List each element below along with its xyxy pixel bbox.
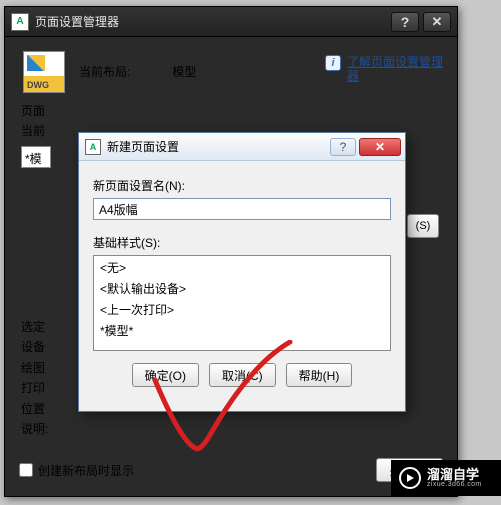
play-icon (399, 467, 421, 489)
mid-label: 选定 (21, 317, 48, 337)
outer-help-button[interactable]: ? (391, 12, 419, 32)
mid-label: 打印 (21, 378, 48, 398)
side-button-stub[interactable]: (S) (407, 214, 439, 238)
inner-titlebar[interactable]: A 新建页面设置 ? ✕ (79, 133, 405, 161)
learn-more-link[interactable]: 了解页面设置管理器 (347, 55, 443, 84)
new-page-setup-dialog: A 新建页面设置 ? ✕ 新页面设置名(N): 基础样式(S): <无> <默认… (78, 132, 406, 412)
info-icon: i (325, 55, 341, 71)
show-on-new-layout-input[interactable] (19, 463, 33, 477)
watermark: 溜溜自学 zixue.3d66.com (391, 460, 501, 496)
current-layout-value: 模型 (172, 63, 196, 80)
app-icon: A (85, 139, 101, 155)
trunc-label-2: 当前 (21, 121, 51, 141)
base-style-label: 基础样式(S): (93, 234, 391, 251)
outer-close-button[interactable]: ✕ (423, 12, 451, 32)
watermark-en: zixue.3d66.com (427, 481, 482, 488)
list-item[interactable]: <默认输出设备> (94, 278, 390, 299)
inner-title-text: 新建页面设置 (107, 138, 179, 155)
list-item[interactable]: *模型* (94, 320, 390, 341)
mid-label: 设备 (21, 337, 48, 357)
show-on-new-layout-label: 创建新布局时显示 (38, 462, 134, 479)
mid-label: 位置 (21, 399, 48, 419)
mid-label: 绘图 (21, 358, 48, 378)
inner-help-button[interactable]: ? (330, 138, 356, 156)
mid-label: 说明: (21, 419, 48, 439)
app-icon: A (11, 13, 29, 31)
trunc-label-1: 页面 (21, 101, 51, 121)
new-page-setup-name-input[interactable] (93, 198, 391, 220)
list-item[interactable]: <无> (94, 257, 390, 278)
base-style-listbox[interactable]: <无> <默认输出设备> <上一次打印> *模型* (93, 255, 391, 351)
listbox-stub[interactable]: *模 (21, 146, 51, 168)
outer-titlebar[interactable]: A 页面设置管理器 ? ✕ (5, 7, 457, 37)
help-button[interactable]: 帮助(H) (286, 363, 353, 387)
current-layout-label: 当前布局: (79, 63, 130, 80)
outer-title-text: 页面设置管理器 (35, 13, 119, 30)
new-name-label: 新页面设置名(N): (93, 177, 391, 194)
watermark-cn: 溜溜自学 (427, 468, 482, 481)
cancel-button[interactable]: 取消(C) (209, 363, 276, 387)
list-item[interactable]: <上一次打印> (94, 299, 390, 320)
dwg-icon (23, 51, 65, 93)
inner-close-button[interactable]: ✕ (359, 138, 401, 156)
info-link[interactable]: i 了解页面设置管理器 (325, 55, 443, 84)
ok-button[interactable]: 确定(O) (132, 363, 199, 387)
show-on-new-layout-checkbox[interactable]: 创建新布局时显示 (19, 462, 134, 479)
